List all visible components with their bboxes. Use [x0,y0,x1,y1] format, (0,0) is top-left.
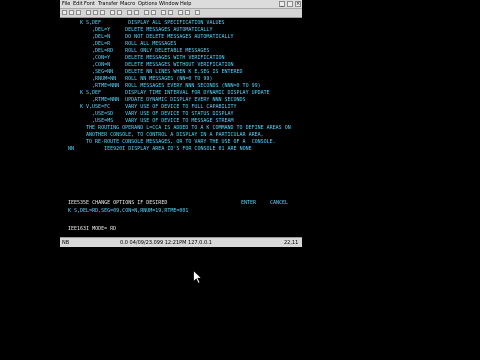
menu-macro[interactable]: Macro [120,0,135,8]
macro-record-icon[interactable] [127,10,132,15]
color-icon[interactable] [168,10,173,15]
terminal-line: K S,DEF DISPLAY ALL SPECIFICATION VALUES [80,20,225,26]
status-indicator: NB [62,240,70,246]
connect-icon[interactable] [178,10,183,15]
options-icon[interactable] [144,10,149,15]
menu-edit[interactable]: Edit [73,0,83,8]
maximize-button[interactable] [287,1,293,7]
terminal-line: ,RTME=NNN ROLL MESSAGES EVERY NNN SECOND… [80,83,261,89]
terminal-line: ,SEG=NN DELETE NN LINES WHEN K E,SEG IS … [80,69,243,75]
terminal-line: ,DEL=RD ROLL ONLY DELETABLE MESSAGES [80,48,210,54]
menu-bar: File Edit Font Transfer Macro Options Wi… [60,0,302,9]
terminal-line: ,RNUM=NN ROLL NN MESSAGES (NN=0 TO 99) [80,76,213,82]
terminal-line: K V,USE=FC VARY USE OF DEVICE TO FULL CA… [80,104,237,110]
disconnect-icon[interactable] [185,10,190,15]
close-button[interactable]: × [295,1,301,7]
receive-file-icon[interactable] [117,10,122,15]
cursor-position: 22,11 [284,240,299,246]
terminal-line: ,USE=MS VARY USE OF DEVICE TO MESSAGE ST… [80,118,234,124]
font-icon[interactable] [151,10,156,15]
terminal-line: TO RE-ROUTE CONSOLE MESSAGES, OR TO VARY… [80,139,276,145]
terminal-line: ,CON=Y DELETE MESSAGES WITH VERIFICATION [80,55,225,61]
terminal-screen[interactable]: K S,DEF DISPLAY ALL SPECIFICATION VALUES… [62,18,300,234]
terminal-line: ,DEL=N DO NOT DELETE MESSAGES AUTOMATICA… [80,34,234,40]
copy-icon[interactable] [93,10,98,15]
macro-play-icon[interactable] [134,10,139,15]
keyboard-map-icon[interactable] [161,10,166,15]
terminal-line: NN IEE920I DISPLAY AREA ID'S FOR CONSOLE… [68,146,252,152]
terminal-line: ,DEL=Y DELETE MESSAGES AUTOMATICALLY [80,27,213,33]
terminal-line: ,DEL=R ROLL ALL MESSAGES [80,41,177,47]
prompt-message: IEE535E CHANGE OPTIONS IF DESIRED [68,200,168,206]
terminal-line: K S,DEF DISPLAY TIME INTERVAL FOR DYNAMI… [80,90,270,96]
menu-font[interactable]: Font [84,0,95,8]
menu-window[interactable]: Window [159,0,179,8]
terminal-line: ,USE=SD VARY USE OF DEVICE TO STATUS DIS… [80,111,234,117]
menu-transfer[interactable]: Transfer [98,0,118,8]
terminal-line: THE ROUTING OPERAND L=CCA IS ADDED TO A … [80,125,291,131]
command-input[interactable]: K S,DEL=RD,SEG=09,CON=N,RNUM=19,RTME=001 [68,208,188,214]
menu-help[interactable]: Help [180,0,191,8]
status-bar: NB 0.0 04/09/23.099 12:21PM 127.0.0.1 22… [60,237,302,247]
print-icon[interactable] [86,10,91,15]
help-icon[interactable] [195,10,200,15]
mode-status-line: IEE163I MODE= RD [68,226,117,232]
terminal-line: ,CON=N DELETE MESSAGES WITHOUT VERIFICAT… [80,62,234,68]
send-file-icon[interactable] [110,10,115,15]
cancel-pf-key[interactable]: CANCEL [270,200,288,206]
toolbar [60,9,302,18]
minimize-button[interactable]: _ [279,1,285,7]
menu-file[interactable]: File [62,0,70,8]
open-icon[interactable] [69,10,74,15]
terminal-emulator-window: File Edit Font Transfer Macro Options Wi… [60,0,302,247]
enter-pf-key[interactable]: ENTER [241,200,256,206]
terminal-line: ANOTHER CONSOLE, TO CONTROL A DISPLAY IN… [80,132,264,138]
menu-options[interactable]: Options [138,0,157,8]
status-info: 0.0 04/09/23.099 12:21PM 127.0.0.1 [120,240,212,246]
mouse-pointer-icon [193,270,203,284]
new-session-icon[interactable] [62,10,67,15]
paste-icon[interactable] [100,10,105,15]
terminal-line: ,RTME=NNN UPDATE DYNAMIC DISPLAY EVERY N… [80,97,246,103]
save-icon[interactable] [76,10,81,15]
